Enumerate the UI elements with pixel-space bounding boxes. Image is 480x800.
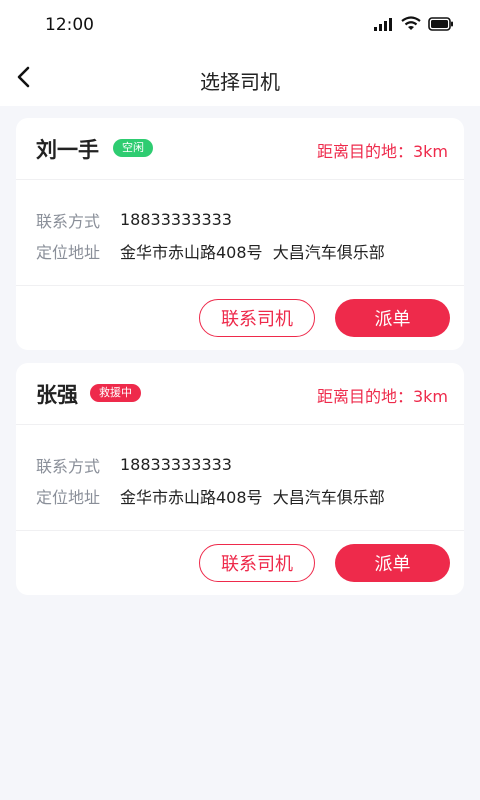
distance-text: 距离目的地：3km (316, 142, 448, 161)
status-badge: 救援中 (90, 384, 141, 402)
address-value: 金华市赤山路408号 大昌汽车俱乐部 (120, 242, 385, 262)
contact-row: 联系方式 18833333333 (36, 204, 444, 235)
contact-driver-button[interactable]: 联系司机 (199, 544, 315, 582)
driver-card-body: 联系方式 18833333333 定位地址 金华市赤山路408号 大昌汽车俱乐部 (16, 425, 464, 531)
distance-text: 距离目的地：3km (316, 387, 448, 406)
signal-icon (374, 16, 394, 35)
contact-label: 联系方式 (36, 211, 101, 231)
wifi-icon (401, 16, 421, 35)
driver-list: 刘一手 空闲 距离目的地：3km 联系方式 18833333333 定位地址 金… (0, 106, 480, 595)
address-row: 定位地址 金华市赤山路408号 大昌汽车俱乐部 (36, 480, 444, 511)
driver-card-actions: 联系司机 派单 (16, 531, 464, 595)
status-icons (374, 16, 454, 35)
driver-card-body: 联系方式 18833333333 定位地址 金华市赤山路408号 大昌汽车俱乐部 (16, 180, 464, 286)
driver-name: 张强 (36, 383, 78, 407)
driver-card-actions: 联系司机 派单 (16, 286, 464, 350)
dispatch-button[interactable]: 派单 (335, 544, 450, 582)
dispatch-button[interactable]: 派单 (335, 299, 450, 337)
contact-row: 联系方式 18833333333 (36, 449, 444, 480)
status-time: 12:00 (45, 15, 94, 35)
header: 12:00 选择司机 (0, 0, 480, 106)
driver-card-header: 张强 救援中 距离目的地：3km (16, 363, 464, 425)
driver-card-header: 刘一手 空闲 距离目的地：3km (16, 118, 464, 180)
address-row: 定位地址 金华市赤山路408号 大昌汽车俱乐部 (36, 235, 444, 266)
driver-card: 刘一手 空闲 距离目的地：3km 联系方式 18833333333 定位地址 金… (16, 118, 464, 350)
contact-value: 18833333333 (120, 455, 232, 474)
address-label: 定位地址 (36, 487, 101, 507)
contact-driver-button[interactable]: 联系司机 (199, 299, 315, 337)
driver-card: 张强 救援中 距离目的地：3km 联系方式 18833333333 定位地址 金… (16, 363, 464, 595)
contact-value: 18833333333 (120, 210, 232, 229)
status-bar: 12:00 (0, 0, 480, 52)
page-title: 选择司机 (200, 70, 280, 94)
address-label: 定位地址 (36, 242, 101, 262)
contact-label: 联系方式 (36, 456, 101, 476)
status-badge: 空闲 (113, 139, 153, 157)
driver-name: 刘一手 (36, 138, 99, 162)
address-value: 金华市赤山路408号 大昌汽车俱乐部 (120, 487, 385, 507)
battery-icon (428, 16, 454, 35)
nav-bar: 选择司机 (0, 52, 480, 106)
